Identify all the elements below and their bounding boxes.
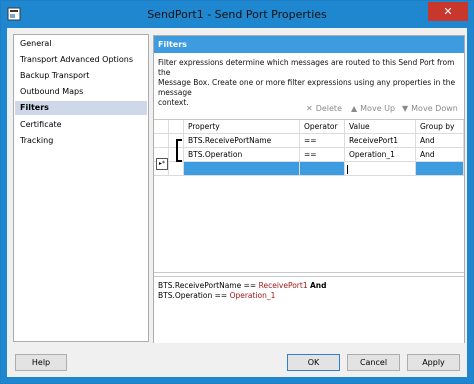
cancel-button[interactable]: Cancel: [347, 354, 400, 371]
nav-item-outbound-maps[interactable]: Outbound Maps: [15, 85, 147, 99]
group-bracket-icon: [176, 139, 182, 162]
value-cell[interactable]: Operation_1: [345, 148, 416, 162]
apply-button[interactable]: Apply: [407, 354, 460, 371]
move-up-label: Move Up: [360, 104, 396, 113]
row-header-corner: [154, 120, 169, 134]
operator-cell[interactable]: ==: [300, 148, 345, 162]
window-title: SendPort1 - Send Port Properties: [147, 8, 327, 21]
nav-item-filters[interactable]: Filters: [15, 101, 147, 115]
title-bar[interactable]: SendPort1 - Send Port Properties ✕: [1, 1, 473, 28]
group-by-cell[interactable]: And: [416, 148, 464, 162]
nav-item-certificate[interactable]: Certificate: [15, 118, 147, 132]
preview-value: Operation_1: [229, 291, 276, 300]
preview-line-2: BTS.Operation == Operation_1: [158, 291, 275, 301]
dialog-body: General Transport Advanced Options Backu…: [7, 28, 467, 377]
column-header-value[interactable]: Value: [345, 120, 416, 134]
preview-operator: ==: [214, 291, 228, 300]
delete-button[interactable]: ✕ Delete: [306, 104, 342, 113]
arrow-up-icon: ▲: [351, 104, 358, 113]
close-icon: ✕: [443, 5, 453, 18]
operator-cell[interactable]: ==: [300, 134, 345, 148]
filters-description: Filter expressions determine which messa…: [158, 58, 458, 108]
column-header-property[interactable]: Property: [184, 120, 300, 134]
filter-expression-preview: BTS.ReceivePortName == ReceivePort1 And …: [154, 276, 464, 343]
close-button[interactable]: ✕: [428, 2, 468, 21]
nav-item-backup-transport[interactable]: Backup Transport: [15, 69, 147, 83]
nav-item-tracking[interactable]: Tracking: [15, 134, 147, 148]
nav-item-general[interactable]: General: [15, 37, 147, 51]
group-cell[interactable]: [169, 162, 184, 176]
settings-nav: General Transport Advanced Options Backu…: [13, 34, 149, 342]
new-value-cell[interactable]: [345, 162, 416, 176]
panel-header: Filters: [154, 36, 464, 53]
move-down-button[interactable]: ▼ Move Down: [402, 104, 458, 113]
group-column-header: [169, 120, 184, 134]
delete-icon: ✕: [306, 104, 313, 113]
filters-panel: Filters Filter expressions determine whi…: [153, 35, 465, 343]
column-header-group-by[interactable]: Group by: [416, 120, 464, 134]
send-port-properties-window: SendPort1 - Send Port Properties ✕ Gener…: [0, 0, 474, 384]
column-header-operator[interactable]: Operator: [300, 120, 345, 134]
ok-button[interactable]: OK: [287, 354, 340, 371]
group-by-cell[interactable]: And: [416, 134, 464, 148]
new-group-by-cell[interactable]: [416, 162, 464, 176]
preview-property: BTS.ReceivePortName: [158, 281, 242, 290]
property-cell[interactable]: BTS.ReceivePortName: [184, 134, 300, 148]
delete-label: Delete: [315, 104, 342, 113]
property-cell[interactable]: BTS.Operation: [184, 148, 300, 162]
preview-value: ReceivePort1: [258, 281, 308, 290]
nav-item-transport-advanced-options[interactable]: Transport Advanced Options: [15, 53, 147, 67]
text-caret: [347, 165, 348, 174]
description-line: Message Box. Create one or more filter e…: [158, 78, 456, 97]
preview-line-1: BTS.ReceivePortName == ReceivePort1 And: [158, 281, 327, 291]
new-row-marker-icon: ▸*: [156, 158, 168, 170]
description-line: Filter expressions determine which messa…: [158, 58, 455, 77]
arrow-down-icon: ▼: [402, 104, 409, 113]
new-property-cell[interactable]: [184, 162, 300, 176]
preview-operator: ==: [243, 281, 257, 290]
new-operator-cell[interactable]: [300, 162, 345, 176]
help-button[interactable]: Help: [15, 354, 67, 371]
move-up-button[interactable]: ▲ Move Up: [351, 104, 395, 113]
row-header[interactable]: [154, 134, 169, 148]
preview-property: BTS.Operation: [158, 291, 213, 300]
value-cell[interactable]: ReceivePort1: [345, 134, 416, 148]
preview-group: And: [310, 281, 327, 290]
filter-grid[interactable]: Property Operator Value Group by BTS.Rec…: [154, 119, 464, 273]
move-down-label: Move Down: [411, 104, 458, 113]
